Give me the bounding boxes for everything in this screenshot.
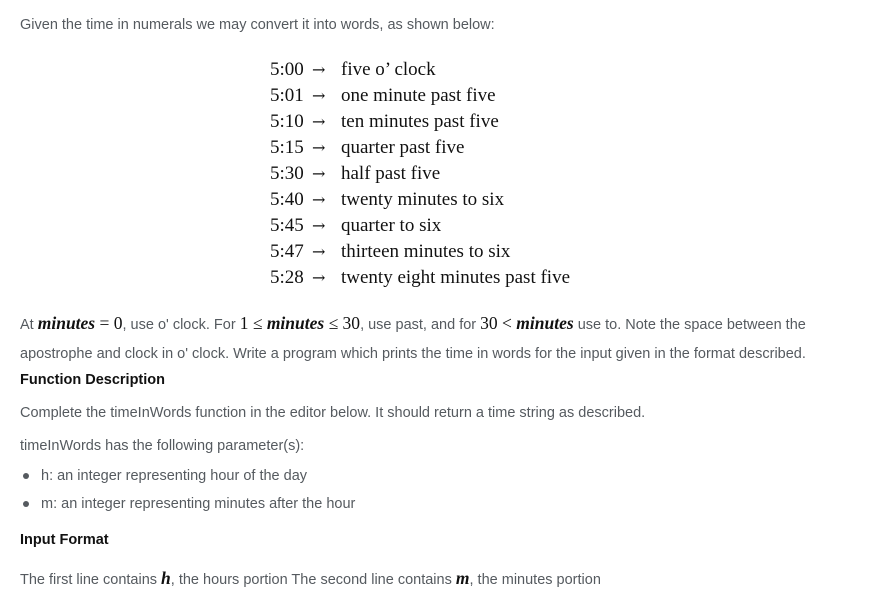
rule-text: , use past, and for (360, 317, 481, 333)
arrow-icon: → (312, 164, 326, 183)
example-row: 5:01 → one minute past five (270, 83, 570, 109)
example-time: 5:30 (270, 163, 304, 184)
example-words: quarter to six (341, 215, 442, 236)
example-words: twenty eight minutes past five (341, 267, 571, 288)
rule-paragraph: At minutes = 0, use o' clock. For 1 ≤ mi… (20, 309, 860, 368)
list-item: h: an integer representing hour of the d… (20, 462, 355, 490)
example-row: 5:40 → twenty minutes to six (270, 187, 570, 213)
arrow-icon: → (312, 60, 326, 79)
math-variable: minutes (37, 313, 96, 333)
arrow-icon: → (312, 86, 326, 105)
parameter-text: m: an integer representing minutes after… (41, 496, 356, 512)
input-format-text: The first line contains h, the hours por… (20, 568, 601, 589)
example-words: ten minutes past five (341, 111, 499, 132)
math-variable: minutes (516, 313, 574, 333)
examples-list: 5:00 → five o’ clock 5:01 → one minute p… (270, 57, 570, 291)
math-text: 30 < (480, 313, 517, 333)
rule-text: At (20, 317, 38, 333)
example-words: thirteen minutes to six (341, 241, 511, 262)
example-time: 5:40 (270, 189, 304, 210)
parameter-list: h: an integer representing hour of the d… (20, 462, 355, 518)
arrow-icon: → (312, 268, 326, 287)
rule-text: , use o' clock. For (122, 317, 240, 333)
example-time: 5:00 (270, 59, 304, 80)
example-words: one minute past five (341, 85, 496, 106)
example-words: five o’ clock (341, 59, 436, 80)
example-time: 5:15 (270, 137, 304, 158)
intro-text: Given the time in numerals we may conver… (20, 17, 495, 33)
example-words: quarter past five (341, 137, 465, 158)
arrow-icon: → (312, 138, 326, 157)
math-variable: h (161, 568, 171, 588)
math-variable: m (455, 568, 470, 588)
input-format-text-part: , the hours portion The second line cont… (170, 572, 456, 588)
math-expression: 30 < minutes (480, 313, 574, 333)
example-row: 5:28 → twenty eight minutes past five (270, 265, 570, 291)
math-variable: minutes (266, 313, 325, 333)
arrow-icon: → (312, 242, 326, 261)
input-format-heading: Input Format (20, 532, 109, 548)
math-expression: minutes = 0 (38, 313, 123, 333)
example-row: 5:00 → five o’ clock (270, 57, 570, 83)
list-item: m: an integer representing minutes after… (20, 490, 355, 518)
math-expression: 1 ≤ minutes ≤ 30 (240, 313, 360, 333)
example-time: 5:10 (270, 111, 304, 132)
bullet-icon (23, 473, 29, 479)
function-description-text: Complete the timeInWords function in the… (20, 405, 646, 421)
example-words: twenty minutes to six (341, 189, 505, 210)
math-expression: h (161, 568, 171, 588)
parameters-intro: timeInWords has the following parameter(… (20, 438, 305, 454)
arrow-icon: → (312, 216, 326, 235)
example-row: 5:47 → thirteen minutes to six (270, 239, 570, 265)
example-row: 5:45 → quarter to six (270, 213, 570, 239)
example-time: 5:47 (270, 241, 304, 262)
example-time: 5:01 (270, 85, 304, 106)
input-format-text-part: , the minutes portion (469, 572, 601, 588)
example-words: half past five (341, 163, 441, 184)
input-format-text-part: The first line contains (20, 572, 162, 588)
math-text: = 0 (95, 313, 123, 333)
function-description-heading: Function Description (20, 372, 165, 388)
example-row: 5:30 → half past five (270, 161, 570, 187)
parameter-text: h: an integer representing hour of the d… (41, 468, 308, 484)
example-time: 5:45 (270, 215, 304, 236)
example-row: 5:15 → quarter past five (270, 135, 570, 161)
math-text: ≤ 30 (324, 313, 361, 333)
bullet-icon (23, 501, 29, 507)
example-row: 5:10 → ten minutes past five (270, 109, 570, 135)
math-expression: m (456, 568, 470, 588)
arrow-icon: → (312, 190, 326, 209)
math-text: 1 ≤ (239, 313, 267, 333)
arrow-icon: → (312, 112, 326, 131)
example-time: 5:28 (270, 267, 304, 288)
